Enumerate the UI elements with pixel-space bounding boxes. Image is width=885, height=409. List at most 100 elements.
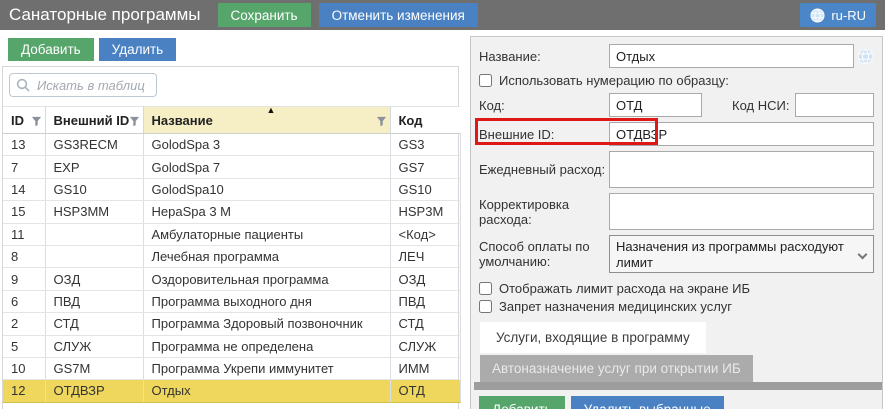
programs-table-container: ID Внешний ID ▲ [2, 66, 459, 409]
table-cell: HSP3M [390, 201, 460, 223]
payment-method-row: Способ оплаты по умолчанию: Назначения и… [479, 235, 874, 273]
table-row[interactable]: 15HSP3MMHepaSpa 3 MHSP3M [3, 201, 460, 223]
code-input[interactable] [609, 93, 702, 117]
delete-selected-services-button[interactable]: Удалить выбранные [571, 396, 724, 409]
delete-program-button[interactable]: Удалить [99, 38, 177, 61]
table-cell: 8 [3, 245, 45, 267]
tab-content-strip [474, 382, 882, 390]
table-cell: <Код> [390, 223, 460, 245]
nsi-code-input[interactable] [795, 93, 874, 117]
table-cell: Программа Здоровый позвоночник [143, 313, 390, 335]
table-cell: HSP3MM [45, 201, 143, 223]
table-cell: ПВД [390, 290, 460, 312]
program-details-panel: Название: Использовать нумерацию по обра… [470, 36, 883, 409]
table-cell: Амбулаторные пациенты [143, 223, 390, 245]
table-row[interactable]: 9ОЗДОздоровительная программаОЗД [3, 268, 460, 290]
table-row[interactable]: 8Лечебная программаЛЕЧ [3, 245, 460, 267]
table-cell: 7 [3, 156, 45, 178]
filter-icon[interactable] [376, 115, 387, 130]
table-row[interactable]: 5СЛУЖПрограмма не определенаСЛУЖ [3, 335, 460, 357]
column-header-code[interactable]: Код [390, 107, 460, 134]
table-cell: Программа выходного дня [143, 290, 390, 312]
table-cell: ИММ [390, 357, 460, 379]
filter-icon[interactable] [129, 115, 140, 130]
table-body: 13GS3RECMGolodSpa 3GS37EXPGolodSpa 7GS71… [3, 134, 460, 403]
filter-icon[interactable] [31, 115, 42, 130]
locale-selector[interactable]: ru-RU [800, 3, 876, 27]
search-input[interactable] [9, 73, 157, 97]
table-cell: GS10 [390, 178, 460, 200]
external-id-input[interactable] [609, 122, 874, 146]
table-cell: GS7M [45, 357, 143, 379]
code-row: Код: Код НСИ: [479, 93, 874, 117]
table-cell [45, 223, 143, 245]
services-toolbar: Добавить Удалить выбранные [479, 396, 874, 409]
table-cell: ОТД [390, 380, 460, 402]
cancel-changes-button[interactable]: Отменить изменения [319, 3, 478, 27]
search-icon [16, 78, 30, 92]
tab-services-in-program[interactable]: Услуги, входящие в программу [480, 322, 706, 353]
table-header-row: ID Внешний ID ▲ [3, 107, 460, 134]
name-input[interactable] [609, 44, 854, 68]
table-cell: Программа Укрепи иммунитет [143, 357, 390, 379]
tab-auto-assign-services[interactable]: Автоназначение услуг при открытии ИБ [480, 355, 753, 382]
payment-method-select[interactable]: Назначения из программы расходуют лимит [609, 235, 874, 273]
expense-correction-input[interactable] [609, 193, 874, 230]
table-cell [45, 245, 143, 267]
external-id-label: Внешние ID: [479, 127, 609, 142]
table-cell: GS7 [390, 156, 460, 178]
programs-list-panel: Добавить Удалить ID [0, 30, 462, 409]
table-row[interactable]: 13GS3RECMGolodSpa 3GS3 [3, 134, 460, 156]
numbering-checkbox[interactable] [479, 74, 492, 87]
column-header-id[interactable]: ID [3, 107, 45, 134]
table-cell: Программа не определена [143, 335, 390, 357]
numbering-checkbox-row: Использовать нумерацию по образцу: [479, 73, 874, 88]
table-cell: 11 [3, 223, 45, 245]
table-cell: Оздоровительная программа [143, 268, 390, 290]
forbid-services-checkbox-label: Запрет назначения медицинских услуг [499, 299, 732, 314]
add-service-button[interactable]: Добавить [479, 396, 565, 409]
table-row[interactable]: 14GS10GolodSpa10GS10 [3, 178, 460, 200]
table-cell: ЛЕЧ [390, 245, 460, 267]
table-cell: 9 [3, 268, 45, 290]
table-cell: GolodSpa 3 [143, 134, 390, 156]
column-header-external-id[interactable]: Внешний ID [45, 107, 143, 134]
sort-asc-icon: ▲ [267, 107, 276, 116]
forbid-services-checkbox[interactable] [479, 300, 492, 313]
table-row[interactable]: 11 Амбулаторные пациенты<Код> [3, 223, 460, 245]
expense-correction-row: Корректировка расхода: [479, 193, 874, 230]
forbid-checkbox-row: Запрет назначения медицинских услуг [479, 299, 874, 314]
table-cell: 6 [3, 290, 45, 312]
add-program-button[interactable]: Добавить [8, 38, 94, 61]
table-row[interactable]: 6ПВДПрограмма выходного дняПВД [3, 290, 460, 312]
show-limit-checkbox[interactable] [479, 282, 492, 295]
globe-icon [810, 8, 825, 23]
table-cell: 12 [3, 380, 45, 402]
table-cell: GS3RECM [45, 134, 143, 156]
table-row[interactable]: 12ОТДВЗРОтдыхОТД [3, 380, 460, 402]
table-cell: 5 [3, 335, 45, 357]
table-cell: HepaSpa 3 M [143, 201, 390, 223]
table-cell: СЛУЖ [390, 335, 460, 357]
external-id-row: Внешние ID: [479, 122, 874, 146]
save-button[interactable]: Сохранить [218, 3, 311, 27]
table-row[interactable]: 10GS7MПрограмма Укрепи иммунитетИММ [3, 357, 460, 379]
page-title: Санаторные программы [9, 5, 201, 25]
column-header-name[interactable]: ▲ Название [143, 107, 390, 134]
locale-label: ru-RU [831, 8, 866, 23]
payment-method-label: Способ оплаты по умолчанию: [479, 239, 609, 269]
limit-checkbox-row: Отображать лимит расхода на экране ИБ [479, 281, 874, 296]
daily-expense-input[interactable] [609, 151, 874, 188]
table-row[interactable]: 7EXPGolodSpa 7GS7 [3, 156, 460, 178]
table-row[interactable]: 2СТДПрограмма Здоровый позвоночникСТД [3, 313, 460, 335]
table-cell: 10 [3, 357, 45, 379]
daily-expense-row: Ежедневный расход: [479, 151, 874, 188]
name-label: Название: [479, 49, 609, 64]
translate-globe-icon[interactable] [857, 48, 874, 65]
table-cell: 2 [3, 313, 45, 335]
chevron-down-icon [858, 250, 868, 260]
table-cell: 13 [3, 134, 45, 156]
list-toolbar: Добавить Удалить [0, 30, 462, 61]
table-cell: GolodSpa 7 [143, 156, 390, 178]
nsi-code-label: Код НСИ: [732, 98, 789, 113]
